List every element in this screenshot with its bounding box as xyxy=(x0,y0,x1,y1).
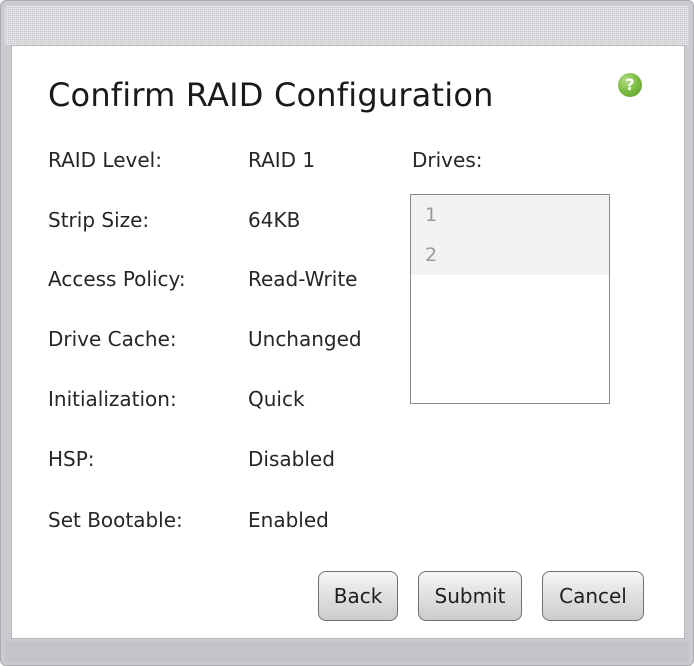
strip-size-value: 64KB xyxy=(248,208,301,232)
dialog-title: Confirm RAID Configuration xyxy=(48,76,494,114)
initialization-label: Initialization: xyxy=(48,387,177,411)
drive-cache-value: Unchanged xyxy=(248,327,362,351)
dialog-content: Confirm RAID Configuration ? RAID Level:… xyxy=(11,45,685,639)
dialog-window: Confirm RAID Configuration ? RAID Level:… xyxy=(0,0,694,666)
help-icon[interactable]: ? xyxy=(618,73,642,97)
drive-list-item[interactable]: 1 xyxy=(411,195,609,235)
dialog-titlebar[interactable] xyxy=(5,5,689,45)
drives-listbox[interactable]: 1 2 xyxy=(410,194,610,404)
hsp-value: Disabled xyxy=(248,447,335,471)
drive-list-item[interactable]: 2 xyxy=(411,235,609,275)
raid-level-label: RAID Level: xyxy=(48,148,162,172)
drive-cache-label: Drive Cache: xyxy=(48,327,177,351)
set-bootable-value: Enabled xyxy=(248,508,329,532)
set-bootable-label: Set Bootable: xyxy=(48,508,183,532)
hsp-label: HSP: xyxy=(48,447,95,471)
initialization-value: Quick xyxy=(248,387,305,411)
drives-label: Drives: xyxy=(412,148,483,172)
raid-level-value: RAID 1 xyxy=(248,148,316,172)
dialog-footer xyxy=(5,641,689,663)
submit-button[interactable]: Submit xyxy=(418,571,522,621)
back-button[interactable]: Back xyxy=(318,571,398,621)
access-policy-label: Access Policy: xyxy=(48,267,186,291)
cancel-button[interactable]: Cancel xyxy=(542,571,644,621)
strip-size-label: Strip Size: xyxy=(48,208,150,232)
access-policy-value: Read-Write xyxy=(248,267,358,291)
